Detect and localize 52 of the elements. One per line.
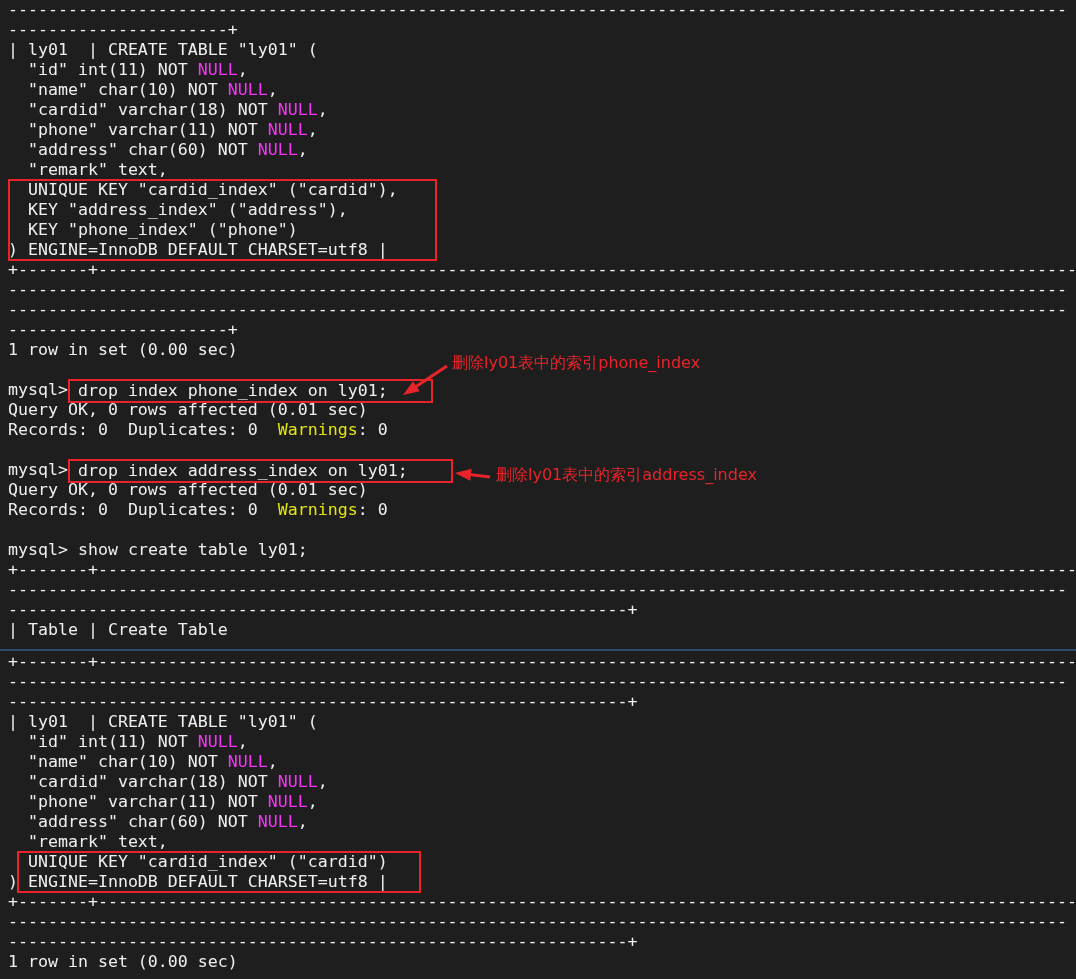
terminal-line: "phone" varchar(11) NOT NULL, xyxy=(26,123,318,137)
terminal-line: Query OK, 0 rows affected (0.01 sec) xyxy=(8,483,368,497)
terminal-line: ----------------------+ xyxy=(8,23,238,37)
terminal-line: "name" char(10) NOT NULL, xyxy=(26,83,278,97)
prompt-text: mysql> xyxy=(8,543,68,557)
terminal-line: KEY "phone_index" ("phone") xyxy=(26,223,298,237)
terminal-line: ---------------------------------------------------------------------------------------------------------- xyxy=(8,675,1067,689)
terminal-line: +-------+-------------------------------------------------------------------------------------------------- xyxy=(8,895,1076,909)
terminal-line: | Table | Create Table xyxy=(8,623,228,637)
terminal-line: Records: 0 Duplicates: 0 Warnings: 0 xyxy=(8,423,388,437)
terminal-line: Query OK, 0 rows affected (0.01 sec) xyxy=(8,403,368,417)
prompt-text: mysql> xyxy=(8,383,68,397)
terminal-line: "remark" text, xyxy=(26,835,168,849)
terminal-line: ----------------------+ xyxy=(8,323,238,337)
terminal-line: | ly01 | CREATE TABLE "ly01" ( xyxy=(8,43,318,57)
terminal-line: "cardid" varchar(18) NOT NULL, xyxy=(26,103,328,117)
terminal-line: "remark" text, xyxy=(26,163,168,177)
terminal-line: 1 row in set (0.00 sec) xyxy=(8,955,238,969)
arrow xyxy=(403,364,448,395)
terminal-line: UNIQUE KEY "cardid_index" ("cardid"), xyxy=(26,183,398,197)
terminal-line: --------------------------------------------------------------+ xyxy=(8,935,638,949)
terminal-line: | ly01 | CREATE TABLE "ly01" ( xyxy=(8,715,318,729)
terminal-line: --------------------------------------------------------------+ xyxy=(8,695,638,709)
command-text: drop index phone_index on ly01; xyxy=(67,379,433,403)
arrow xyxy=(455,468,491,481)
terminal-line: "id" int(11) NOT NULL, xyxy=(26,63,248,77)
annotation-label: 删除ly01表中的索引phone_index xyxy=(452,352,701,374)
terminal-line: Records: 0 Duplicates: 0 Warnings: 0 xyxy=(8,503,388,517)
terminal-line: ---------------------------------------------------------------------------------------------------------- xyxy=(8,3,1067,17)
terminal-line: --------------------------------------------------------------+ xyxy=(8,603,638,617)
terminal-line: ---------------------------------------------------------------------------------------------------------- xyxy=(8,303,1067,317)
terminal-line: "id" int(11) NOT NULL, xyxy=(26,735,248,749)
terminal-line: UNIQUE KEY "cardid_index" ("cardid") xyxy=(26,855,388,869)
terminal-line: KEY "address_index" ("address"), xyxy=(26,203,348,217)
terminal-line: ---------------------------------------------------------------------------------------------------------- xyxy=(8,915,1067,929)
terminal-line: "address" char(60) NOT NULL, xyxy=(26,143,308,157)
command-text: show create table ly01; xyxy=(77,543,308,557)
terminal-line: +-------+-------------------------------------------------------------------------------------------------- xyxy=(8,563,1076,577)
terminal-line: "address" char(60) NOT NULL, xyxy=(26,815,308,829)
terminal-line: ---------------------------------------------------------------------------------------------------------- xyxy=(8,283,1067,297)
terminal-line: +-------+-------------------------------------------------------------------------------------------------- xyxy=(8,655,1076,669)
terminal-line: ---------------------------------------------------------------------------------------------------------- xyxy=(8,583,1067,597)
terminal-line: "phone" varchar(11) NOT NULL, xyxy=(26,795,318,809)
annotation-label: 删除ly01表中的索引address_index xyxy=(496,464,757,486)
terminal-line: 1 row in set (0.00 sec) xyxy=(8,343,238,357)
terminal-line: ) ENGINE=InnoDB DEFAULT CHARSET=utf8 | xyxy=(8,243,388,257)
terminal-line: "name" char(10) NOT NULL, xyxy=(26,755,278,769)
command-text: drop index address_index on ly01; xyxy=(67,459,453,483)
terminal-line: ) ENGINE=InnoDB DEFAULT CHARSET=utf8 | xyxy=(8,875,388,889)
terminal-line: +-------+-------------------------------------------------------------------------------------------------- xyxy=(8,263,1076,277)
prompt-text: mysql> xyxy=(8,463,68,477)
terminal-line: "cardid" varchar(18) NOT NULL, xyxy=(26,775,328,789)
